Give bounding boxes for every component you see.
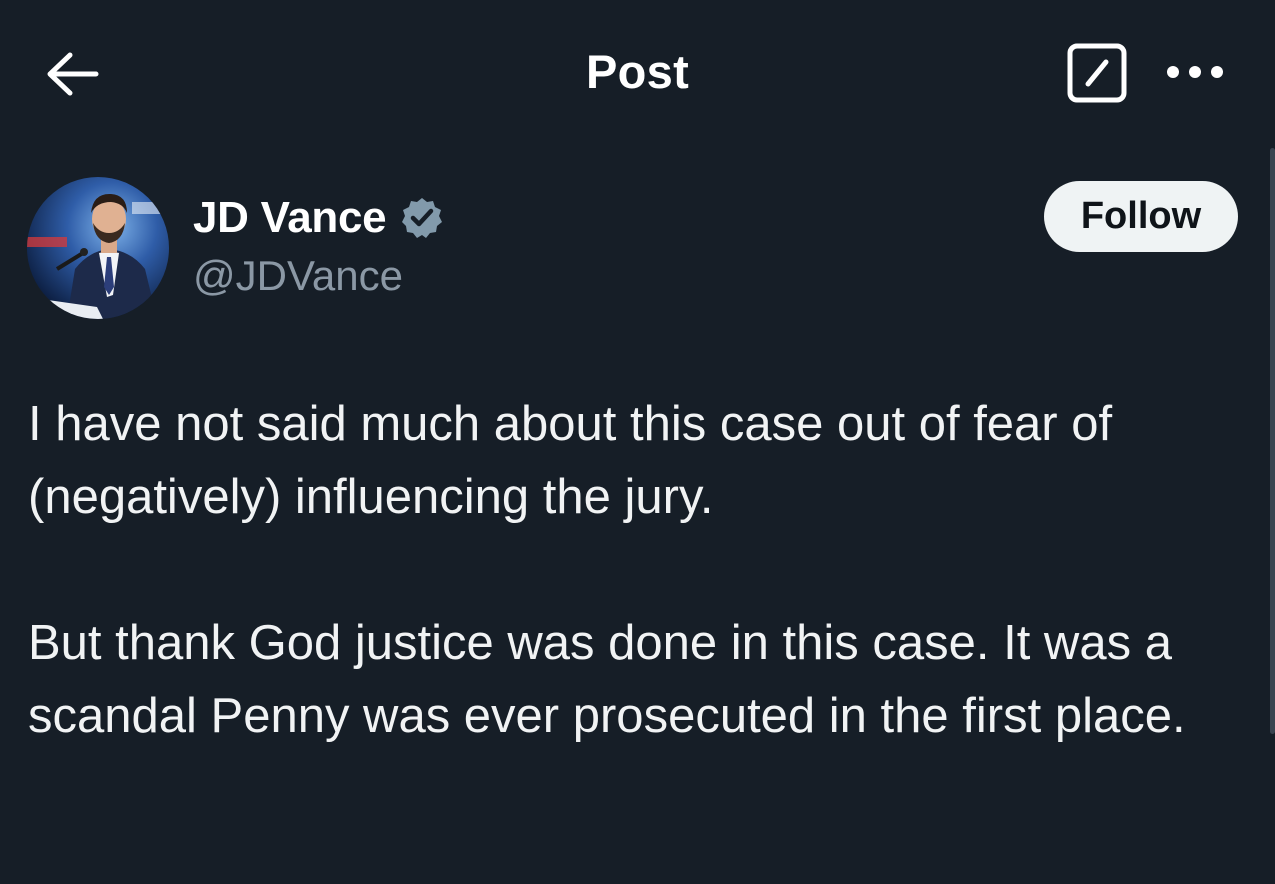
author-name-row: JD Vance: [193, 190, 444, 246]
top-bar: Post: [0, 0, 1275, 150]
avatar[interactable]: [27, 177, 169, 319]
scrollbar[interactable]: [1270, 148, 1275, 734]
post-text: I have not said much about this case out…: [28, 388, 1253, 753]
post-screen: Post JD Vance @JDVance Follow I have not…: [0, 0, 1275, 884]
post-paragraph: But thank God justice was done in this c…: [28, 616, 1186, 743]
more-options-button[interactable]: [1160, 50, 1230, 94]
post-paragraph: I have not said much about this case out…: [28, 397, 1113, 524]
grok-button[interactable]: [1066, 42, 1128, 104]
grok-icon: [1067, 43, 1127, 103]
profile-photo: [27, 177, 169, 319]
follow-button[interactable]: Follow: [1044, 181, 1238, 252]
author-name[interactable]: JD Vance: [193, 193, 387, 243]
more-horizontal-icon: [1167, 66, 1223, 78]
verified-badge-icon[interactable]: [400, 196, 444, 240]
author-handle[interactable]: @JDVance: [193, 252, 403, 300]
